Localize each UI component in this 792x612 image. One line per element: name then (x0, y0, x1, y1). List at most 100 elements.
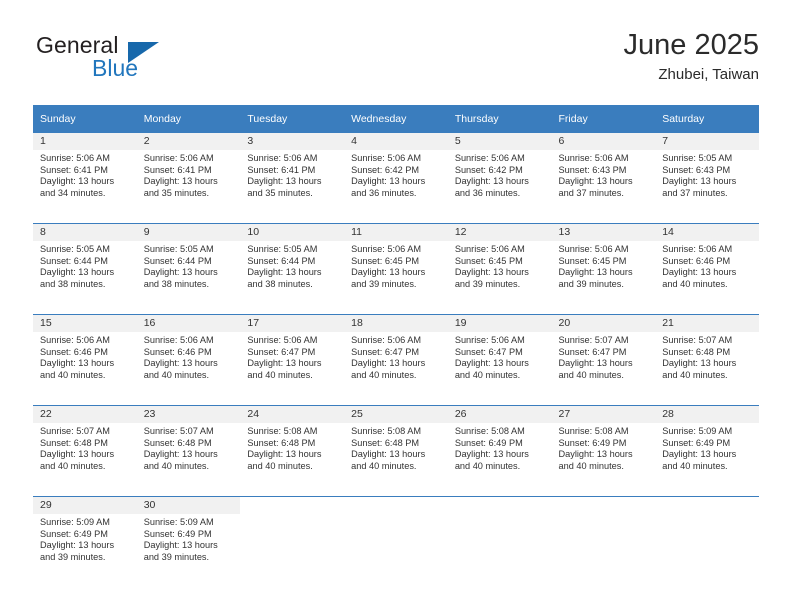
sunrise-text: Sunrise: 5:06 AM (143, 153, 214, 163)
daylight-text-line2: and 38 minutes. (40, 278, 106, 289)
day-cell[interactable]: 23 Sunrise: 5:07 AM Sunset: 6:48 PM Dayligh… (136, 405, 241, 497)
day-cell[interactable]: 28 Sunrise: 5:09 AM Sunset: 6:49 PM Dayligh… (655, 405, 759, 497)
daylight-text-line1: Daylight: 13 hours (454, 176, 529, 187)
daylight-text-line1: Daylight: 13 hours (558, 267, 633, 278)
week-row: 29 Sunrise: 5:09 AM Sunset: 6:49 PM Dayligh… (33, 496, 759, 587)
day-cell-empty (551, 496, 656, 587)
daylight-text-line1: Daylight: 13 hours (40, 449, 115, 460)
sunset-text: Sunset: 6:45 PM (351, 255, 420, 266)
daylight-text-line1: Daylight: 13 hours (143, 267, 218, 278)
day-cell[interactable]: 29 Sunrise: 5:09 AM Sunset: 6:49 PM Dayligh… (33, 496, 137, 587)
sunrise-text: Sunrise: 5:08 AM (247, 426, 318, 436)
day-cell[interactable]: 27 Sunrise: 5:08 AM Sunset: 6:49 PM Dayligh… (551, 405, 656, 497)
calendar-page: General Blue June 2025 Zhubei, Taiwan Su… (0, 0, 792, 612)
day-cell[interactable]: 17 Sunrise: 5:06 AM Sunset: 6:47 PM Dayligh… (240, 314, 345, 406)
day-cell[interactable]: 8 Sunrise: 5:05 AM Sunset: 6:44 PM Daylight… (33, 223, 137, 315)
day-number: 30 (136, 497, 241, 514)
daylight-text-line2: and 40 minutes. (143, 460, 210, 471)
day-cell[interactable]: 30 Sunrise: 5:09 AM Sunset: 6:49 PM Dayligh… (136, 496, 241, 587)
daylight-text-line1: Daylight: 13 hours (454, 449, 529, 460)
day-cell[interactable]: 20 Sunrise: 5:07 AM Sunset: 6:47 PM Dayligh… (551, 314, 656, 406)
day-cell[interactable]: 18 Sunrise: 5:06 AM Sunset: 6:47 PM Dayligh… (344, 314, 448, 406)
day-cell[interactable]: 3 Sunrise: 5:06 AM Sunset: 6:41 PM Daylight… (240, 132, 345, 224)
daylight-text-line1: Daylight: 13 hours (351, 358, 426, 369)
day-cell[interactable]: 16 Sunrise: 5:06 AM Sunset: 6:46 PM Dayligh… (136, 314, 241, 406)
daylight-text-line1: Daylight: 13 hours (143, 176, 218, 187)
day-cell[interactable]: 9 Sunrise: 5:05 AM Sunset: 6:44 PM Daylight… (136, 223, 241, 315)
sunset-text: Sunset: 6:42 PM (351, 164, 420, 175)
day-cell-empty (240, 496, 345, 587)
day-number: 23 (136, 406, 241, 423)
day-cell[interactable]: 13 Sunrise: 5:06 AM Sunset: 6:45 PM Dayligh… (551, 223, 656, 315)
weekday-header-saturday: Saturday (655, 105, 759, 133)
sunrise-text: Sunrise: 5:06 AM (454, 335, 525, 345)
day-cell-empty (655, 496, 759, 587)
calendar-table: Sunday Monday Tuesday Wednesday Thursday… (33, 105, 759, 587)
daylight-text-line2: and 38 minutes. (247, 278, 313, 289)
day-number (655, 497, 759, 514)
day-cell[interactable]: 4 Sunrise: 5:06 AM Sunset: 6:42 PM Daylight… (344, 132, 448, 224)
sunset-text: Sunset: 6:42 PM (454, 164, 523, 175)
weekday-header-monday: Monday (136, 105, 241, 133)
daylight-text-line1: Daylight: 13 hours (40, 540, 115, 551)
title-block: June 2025 Zhubei, Taiwan (624, 28, 759, 85)
sunset-text: Sunset: 6:45 PM (454, 255, 523, 266)
daylight-text-line2: and 36 minutes. (454, 187, 521, 198)
sunset-text: Sunset: 6:44 PM (247, 255, 316, 266)
day-cell[interactable]: 25 Sunrise: 5:08 AM Sunset: 6:48 PM Dayligh… (344, 405, 448, 497)
daylight-text-line2: and 37 minutes. (662, 187, 728, 198)
day-cell[interactable]: 22 Sunrise: 5:07 AM Sunset: 6:48 PM Dayligh… (33, 405, 137, 497)
day-number: 4 (344, 133, 448, 150)
weekday-header-sunday: Sunday (33, 105, 137, 133)
week-row: 8 Sunrise: 5:05 AM Sunset: 6:44 PM Daylight… (33, 223, 759, 315)
day-cell[interactable]: 19 Sunrise: 5:06 AM Sunset: 6:47 PM Dayligh… (447, 314, 552, 406)
daylight-text-line1: Daylight: 13 hours (558, 449, 633, 460)
general-blue-logo[interactable]: General Blue (33, 32, 253, 90)
day-cell[interactable]: 11 Sunrise: 5:06 AM Sunset: 6:45 PM Dayligh… (344, 223, 448, 315)
sunrise-text: Sunrise: 5:06 AM (351, 153, 422, 163)
day-cell[interactable]: 21 Sunrise: 5:07 AM Sunset: 6:48 PM Dayligh… (655, 314, 759, 406)
daylight-text-line2: and 40 minutes. (662, 369, 728, 380)
weekday-header-friday: Friday (551, 105, 656, 133)
day-number: 3 (240, 133, 345, 150)
sunrise-text: Sunrise: 5:06 AM (454, 153, 525, 163)
daylight-text-line1: Daylight: 13 hours (351, 176, 426, 187)
day-number: 5 (447, 133, 552, 150)
day-number: 14 (655, 224, 759, 241)
day-cell[interactable]: 7 Sunrise: 5:05 AM Sunset: 6:43 PM Daylight… (655, 132, 759, 224)
daylight-text-line1: Daylight: 13 hours (558, 358, 633, 369)
day-cell[interactable]: 5 Sunrise: 5:06 AM Sunset: 6:42 PM Daylight… (447, 132, 552, 224)
day-cell-empty (447, 496, 552, 587)
day-cell[interactable]: 2 Sunrise: 5:06 AM Sunset: 6:41 PM Daylight… (136, 132, 241, 224)
day-number: 16 (136, 315, 241, 332)
day-number: 15 (33, 315, 137, 332)
daylight-text-line2: and 35 minutes. (143, 187, 210, 198)
sunset-text: Sunset: 6:41 PM (247, 164, 316, 175)
daylight-text-line1: Daylight: 13 hours (247, 358, 322, 369)
day-cell[interactable]: 10 Sunrise: 5:05 AM Sunset: 6:44 PM Dayligh… (240, 223, 345, 315)
sunrise-text: Sunrise: 5:06 AM (40, 153, 110, 163)
sunset-text: Sunset: 6:48 PM (351, 437, 420, 448)
day-cell[interactable]: 24 Sunrise: 5:08 AM Sunset: 6:48 PM Dayligh… (240, 405, 345, 497)
daylight-text-line2: and 40 minutes. (662, 278, 728, 289)
daylight-text-line2: and 40 minutes. (454, 369, 521, 380)
daylight-text-line1: Daylight: 13 hours (143, 540, 218, 551)
daylight-text-line2: and 35 minutes. (247, 187, 313, 198)
sunset-text: Sunset: 6:48 PM (247, 437, 316, 448)
sunrise-text: Sunrise: 5:06 AM (247, 153, 318, 163)
sunrise-text: Sunrise: 5:09 AM (662, 426, 733, 436)
day-number: 7 (655, 133, 759, 150)
day-cell[interactable]: 26 Sunrise: 5:08 AM Sunset: 6:49 PM Dayligh… (447, 405, 552, 497)
day-cell[interactable]: 15 Sunrise: 5:06 AM Sunset: 6:46 PM Dayligh… (33, 314, 137, 406)
daylight-text-line2: and 36 minutes. (351, 187, 417, 198)
sunset-text: Sunset: 6:43 PM (662, 164, 731, 175)
calendar-header-row: Sunday Monday Tuesday Wednesday Thursday… (33, 105, 759, 133)
daylight-text-line1: Daylight: 13 hours (662, 358, 737, 369)
daylight-text-line1: Daylight: 13 hours (247, 449, 322, 460)
day-number: 27 (551, 406, 656, 423)
day-cell[interactable]: 1 Sunrise: 5:06 AM Sunset: 6:41 PM Daylight… (33, 132, 137, 224)
day-cell[interactable]: 6 Sunrise: 5:06 AM Sunset: 6:43 PM Daylight… (551, 132, 656, 224)
daylight-text-line1: Daylight: 13 hours (558, 176, 633, 187)
day-cell[interactable]: 14 Sunrise: 5:06 AM Sunset: 6:46 PM Dayligh… (655, 223, 759, 315)
day-cell[interactable]: 12 Sunrise: 5:06 AM Sunset: 6:45 PM Dayligh… (447, 223, 552, 315)
